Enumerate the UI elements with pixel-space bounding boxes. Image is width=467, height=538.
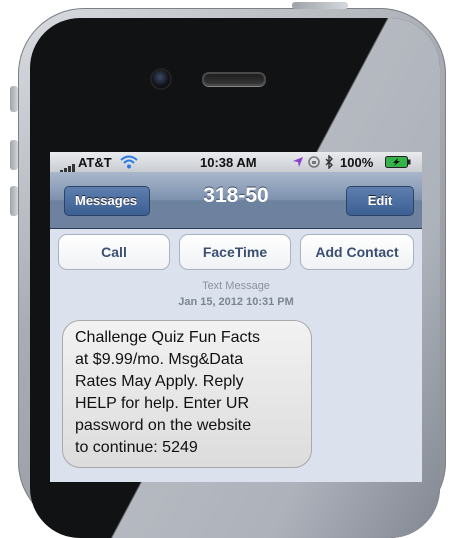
status-bar: AT&T 10:38 AM 100% [50,152,422,175]
phone-screen: AT&T 10:38 AM 100% Messages 318-50 Edit … [50,152,422,482]
message-line: password on the website [75,417,252,434]
lock-rotation-icon [308,156,320,168]
message-bubble[interactable]: Challenge Quiz Fun Facts at $9.99/mo. Ms… [62,320,312,468]
earpiece-speaker [202,72,266,86]
location-arrow-icon [293,157,303,167]
wifi-icon [120,155,138,169]
carrier-label: AT&T [78,155,112,170]
add-contact-button[interactable]: Add Contact [300,234,414,270]
message-type-label: Text Message [202,280,270,292]
front-camera-icon [152,70,170,88]
volume-down-button [10,186,18,216]
contact-actions: Call FaceTime Add Contact [58,234,416,272]
call-button[interactable]: Call [58,234,170,270]
message-line: to continue: 5249 [75,439,198,456]
message-line: Rates May Apply. Reply [75,373,244,390]
facetime-button[interactable]: FaceTime [179,234,291,270]
navigation-bar: Messages 318-50 Edit [50,172,422,229]
message-line: at $9.99/mo. Msg&Data [75,351,244,368]
power-button [292,2,348,9]
volume-up-button [10,140,18,170]
battery-icon [385,156,411,168]
battery-percent: 100% [340,155,374,170]
message-line: HELP for help. Enter UR [75,395,250,412]
message-timestamp: Jan 15, 2012 10:31 PM [178,296,294,308]
clock-time: 10:38 AM [200,155,257,170]
mute-switch [10,86,18,112]
edit-button[interactable]: Edit [346,186,414,216]
message-line: Challenge Quiz Fun Facts [75,329,260,346]
bluetooth-icon [325,155,333,169]
